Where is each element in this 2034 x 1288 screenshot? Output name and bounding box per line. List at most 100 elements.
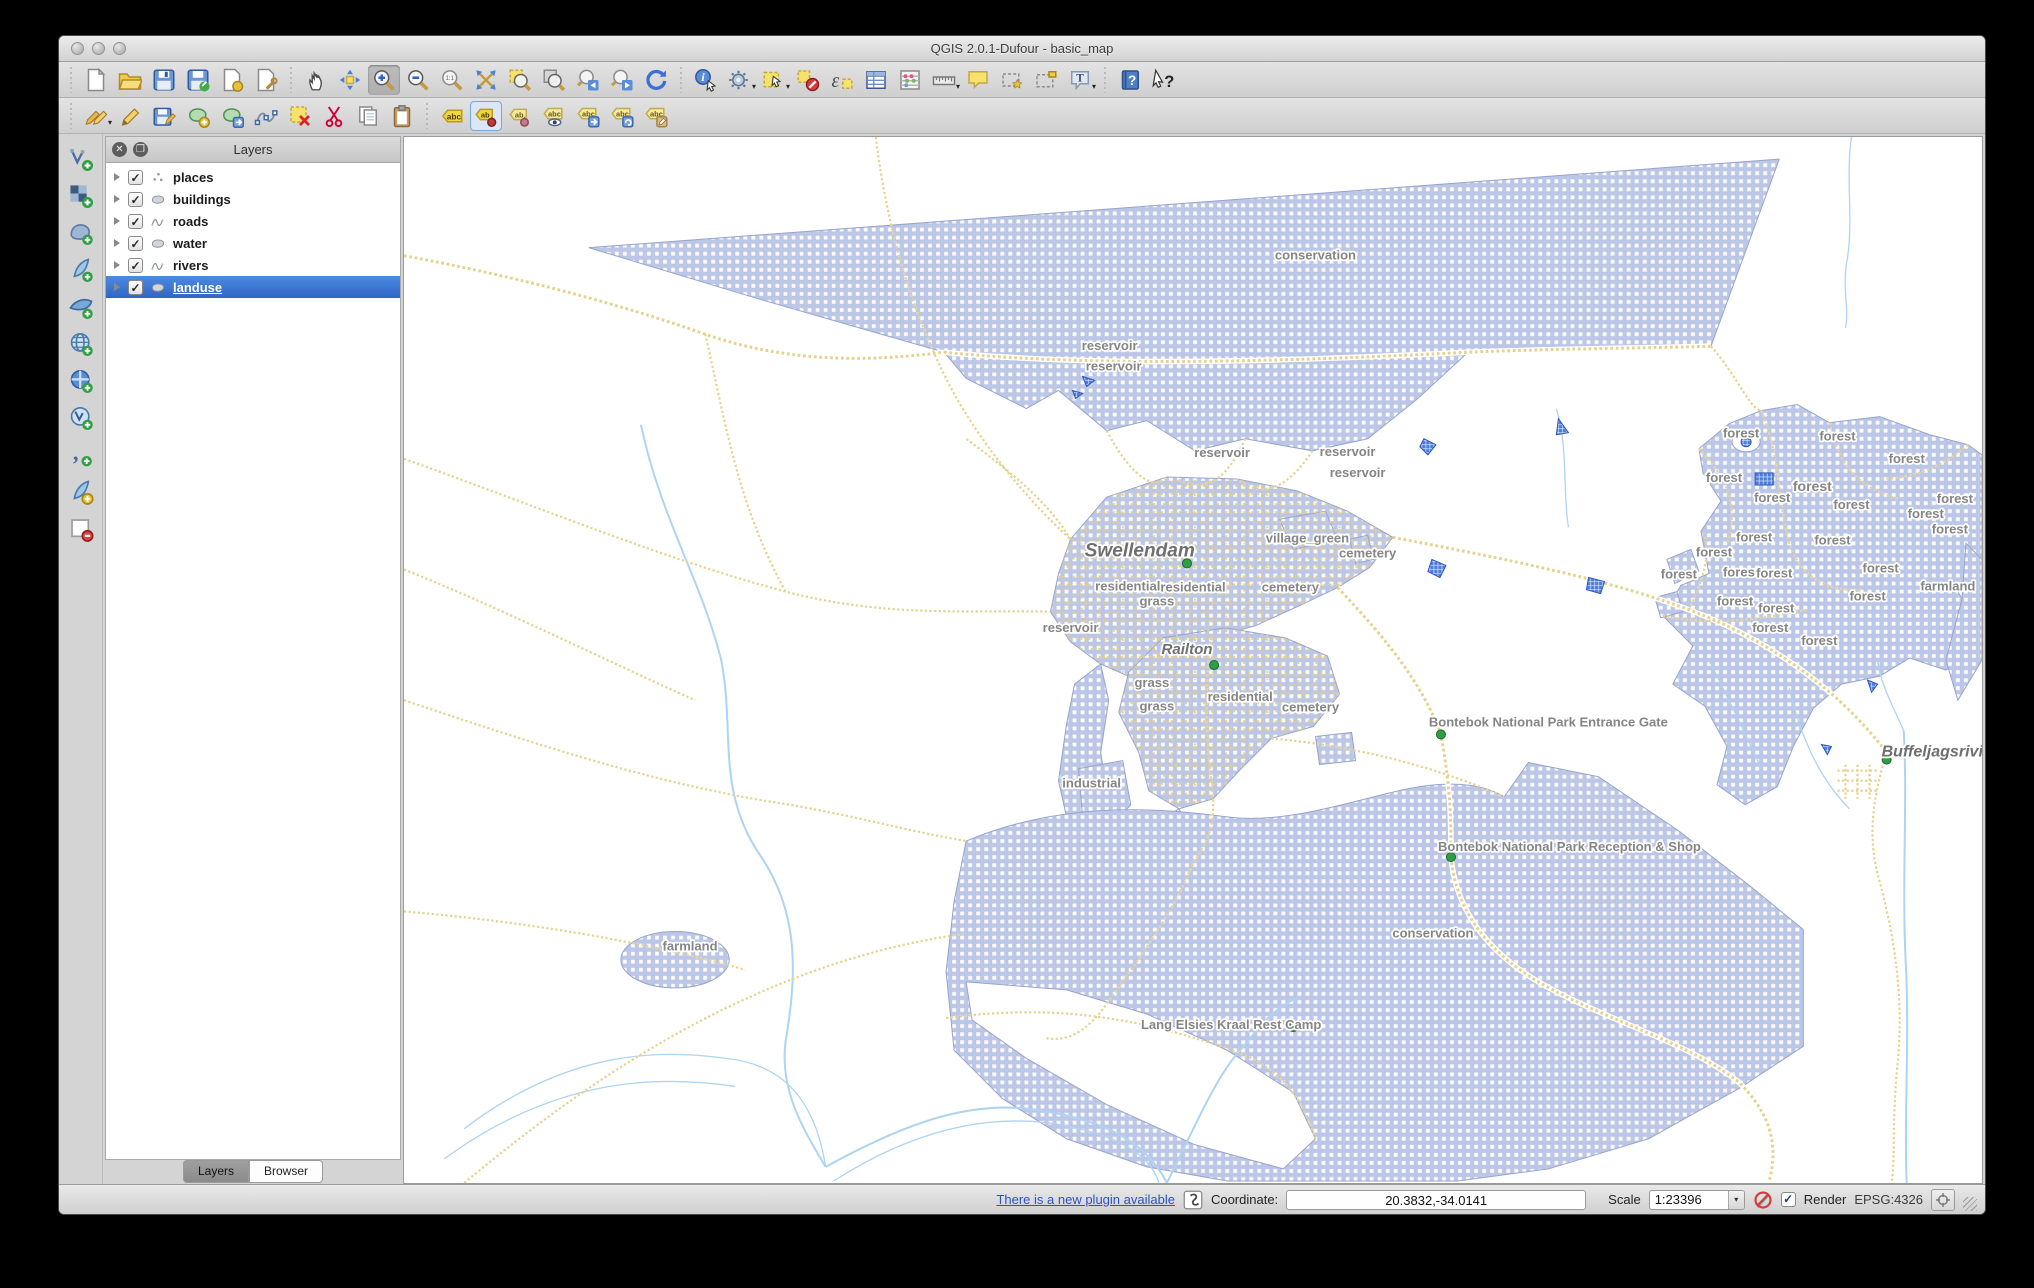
new-composer-button[interactable] [216,65,248,95]
refresh-button[interactable] [640,65,672,95]
dropdown-arrow-icon[interactable]: ▾ [786,82,790,91]
add-spatialite-layer-button[interactable] [65,255,97,285]
layer-labeling-button[interactable] [436,101,468,131]
add-wfs-layer-button[interactable] [65,403,97,433]
add-wms-layer-button[interactable] [65,329,97,359]
layer-item-roads[interactable]: ✓ roads [106,210,400,232]
zoom-next-button[interactable] [606,65,638,95]
layer-visibility-checkbox[interactable]: ✓ [128,169,143,185]
copy-features-button[interactable] [352,101,384,131]
stop-rendering-icon[interactable] [1753,1190,1773,1210]
layer-item-places[interactable]: ✓ places [106,166,400,188]
layer-visibility-checkbox[interactable]: ✓ [128,191,143,207]
resize-grip[interactable] [1963,1197,1977,1211]
expand-arrow-icon[interactable] [114,239,120,247]
help-contents-button[interactable] [1114,65,1146,95]
move-label-button[interactable] [572,101,604,131]
add-wcs-layer-button[interactable] [65,366,97,396]
save-project-as-button[interactable] [182,65,214,95]
zoom-full-button[interactable] [470,65,502,95]
map-tips-button[interactable] [962,65,994,95]
save-layer-edits-button[interactable] [148,101,180,131]
add-feature-button[interactable] [182,101,214,131]
expand-arrow-icon[interactable] [114,217,120,225]
scale-combobox[interactable]: 1:23396 ▾ [1648,1189,1745,1210]
layer-visibility-checkbox[interactable]: ✓ [128,213,143,229]
dropdown-arrow-icon[interactable]: ▾ [108,118,112,127]
remove-layer-button[interactable] [65,514,97,544]
map-label: conservation [1275,248,1356,263]
current-edits-button[interactable]: ▾ [80,101,112,131]
pan-map-button[interactable] [300,65,332,95]
toolbar-handle[interactable] [66,66,76,93]
pin-labels-button[interactable] [470,100,502,131]
layer-item-rivers[interactable]: ✓ rivers [106,254,400,276]
plugin-icon[interactable] [1183,1190,1203,1210]
pan-to-selection-button[interactable] [334,65,366,95]
whats-this-button[interactable] [1148,65,1180,95]
layer-item-landuse[interactable]: ✓ landuse [106,276,400,298]
zoom-in-button[interactable] [368,64,400,95]
expand-arrow-icon[interactable] [114,173,120,181]
new-spatialite-layer-button[interactable] [65,477,97,507]
dropdown-arrow-icon[interactable]: ▾ [956,82,960,91]
toggle-editing-button[interactable] [114,101,146,131]
add-mssql-layer-button[interactable] [65,292,97,322]
deselect-features-button[interactable] [792,65,824,95]
show-hide-labels-button[interactable] [538,101,570,131]
select-by-expression-button[interactable] [826,65,858,95]
cut-features-button[interactable] [318,101,350,131]
expand-arrow-icon[interactable] [114,261,120,269]
dropdown-arrow-icon[interactable]: ▾ [752,82,756,91]
add-postgis-layer-button[interactable] [65,218,97,248]
select-features-button[interactable]: ▾ [758,65,790,95]
panel-tab-layers[interactable]: Layers [182,1160,249,1183]
node-tool-button[interactable] [250,101,282,131]
panel-tab-browser[interactable]: Browser [249,1160,324,1183]
map-canvas[interactable]: conservation reservoir reservoir reservoir r… [403,136,1983,1184]
layer-visibility-checkbox[interactable]: ✓ [128,235,143,251]
add-vector-layer-button[interactable] [65,144,97,174]
zoom-out-button[interactable] [402,65,434,95]
attribute-table-button[interactable] [860,65,892,95]
highlight-pinned-labels-button[interactable] [504,101,536,131]
delete-selected-button[interactable] [284,101,316,131]
zoom-last-button[interactable] [572,65,604,95]
crs-status-button[interactable] [1931,1188,1955,1211]
plugin-available-link[interactable]: There is a new plugin available [996,1192,1175,1207]
field-calculator-button[interactable] [894,65,926,95]
place-marker [1435,729,1446,740]
rotate-label-button[interactable] [606,101,638,131]
feature-action-button[interactable]: ▾ [724,65,756,95]
new-bookmark-button[interactable] [996,65,1028,95]
paste-features-button[interactable] [386,101,418,131]
measure-button[interactable]: ▾ [928,65,960,95]
text-annotation-button[interactable]: ▾ [1064,65,1096,95]
toolbar-handle[interactable] [66,102,76,129]
move-feature-button[interactable] [216,101,248,131]
layer-item-buildings[interactable]: ✓ buildings [106,188,400,210]
layer-visibility-checkbox[interactable]: ✓ [128,279,143,295]
delete-selected-icon [288,104,312,128]
coordinate-input[interactable]: 20.3832,-34.0141 [1286,1189,1587,1210]
new-project-button[interactable] [80,65,112,95]
title-bar[interactable]: QGIS 2.0.1-Dufour - basic_map [59,36,1985,62]
add-delimited-text-layer-button[interactable] [65,440,97,470]
zoom-actual-button[interactable] [436,65,468,95]
expand-arrow-icon[interactable] [114,283,120,291]
identify-button[interactable] [690,65,722,95]
render-checkbox[interactable]: ✓ [1780,1192,1796,1207]
save-project-button[interactable] [148,65,180,95]
open-project-button[interactable] [114,65,146,95]
composer-manager-button[interactable] [250,65,282,95]
show-bookmarks-button[interactable] [1030,65,1062,95]
scale-dropdown-icon[interactable]: ▾ [1727,1190,1744,1209]
zoom-to-selection-button[interactable] [504,65,536,95]
layer-visibility-checkbox[interactable]: ✓ [128,257,143,273]
layer-item-water[interactable]: ✓ water [106,232,400,254]
add-raster-layer-button[interactable] [65,181,97,211]
change-label-button[interactable] [640,101,672,131]
dropdown-arrow-icon[interactable]: ▾ [1092,82,1096,91]
expand-arrow-icon[interactable] [114,195,120,203]
zoom-to-layer-button[interactable] [538,65,570,95]
